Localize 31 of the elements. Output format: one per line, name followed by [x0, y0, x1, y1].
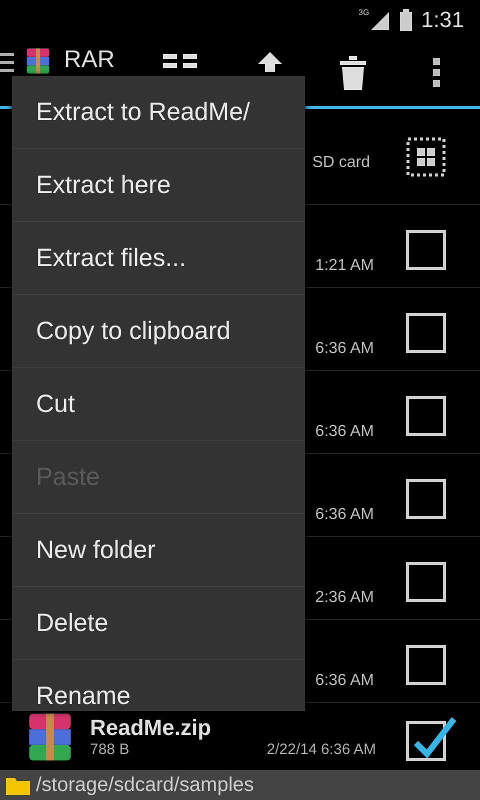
menu-item[interactable]: Rename	[12, 660, 305, 711]
clock: 1:31	[421, 7, 464, 33]
signal-icon	[369, 10, 392, 30]
location-label: SD card	[312, 154, 370, 172]
trash-icon[interactable]	[340, 56, 366, 90]
archive-icon	[24, 47, 52, 75]
battery-icon	[399, 9, 414, 31]
network-type: 3G	[358, 8, 370, 17]
menu-item[interactable]: Delete	[12, 587, 305, 660]
file-size: 788 B	[90, 741, 130, 758]
modified-time: 6:36 AM	[315, 672, 374, 690]
menu-item[interactable]: Extract to ReadMe/	[12, 76, 305, 149]
modified-time: 6:36 AM	[315, 340, 374, 358]
modified-time: 6:36 AM	[315, 423, 374, 441]
menu-item[interactable]: Copy to clipboard	[12, 295, 305, 368]
modified-date: 2/22/14 6:36 AM	[266, 741, 376, 758]
app-title: RAR	[64, 47, 115, 73]
modified-time: 6:36 AM	[315, 506, 374, 524]
menu-item[interactable]: Extract files...	[12, 222, 305, 295]
current-path: /storage/sdcard/samples	[36, 774, 254, 796]
folder-icon	[6, 775, 30, 795]
up-arrow-icon[interactable]	[258, 52, 282, 72]
modified-time: 2:36 AM	[315, 589, 374, 607]
menu-icon[interactable]	[0, 51, 14, 75]
menu-item[interactable]: Extract here	[12, 149, 305, 222]
overflow-menu-icon[interactable]	[433, 58, 441, 88]
modified-time: 1:21 AM	[315, 257, 374, 275]
select-all-icon[interactable]	[406, 136, 446, 176]
file-name: ReadMe.zip	[90, 715, 212, 741]
menu-item[interactable]: Cut	[12, 368, 305, 441]
menu-item[interactable]: New folder	[12, 514, 305, 587]
